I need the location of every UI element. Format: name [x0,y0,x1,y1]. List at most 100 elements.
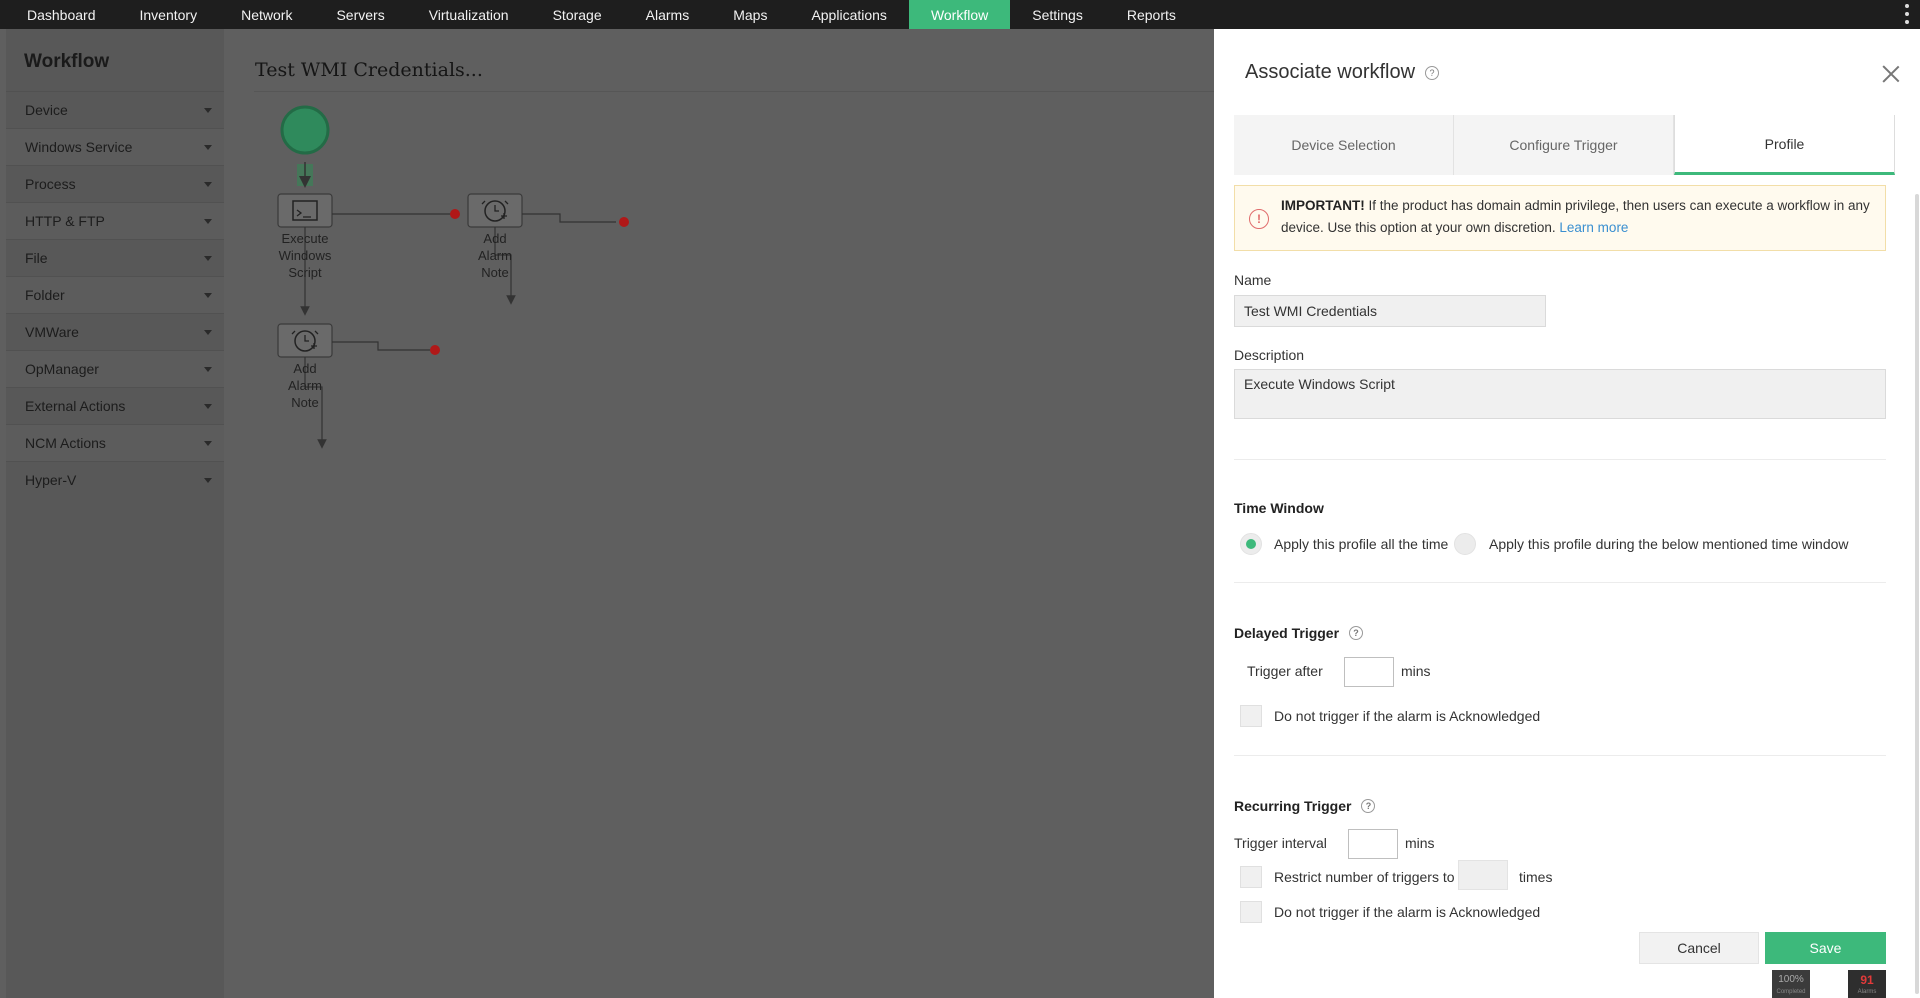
radio-time-window-label: Apply this profile during the below ment… [1489,536,1849,552]
caret-down-icon [204,329,212,335]
close-icon[interactable] [1880,63,1902,85]
tab-profile[interactable]: Profile [1674,115,1895,175]
caret-down-icon [204,255,212,261]
recurring-trigger-heading: Recurring Trigger ? [1234,798,1376,814]
nav-reports[interactable]: Reports [1105,0,1198,29]
tab-configure-trigger[interactable]: Configure Trigger [1454,115,1674,175]
nav-maps[interactable]: Maps [711,0,789,29]
description-textarea[interactable]: Execute Windows Script [1234,369,1886,419]
time-window-heading: Time Window [1234,500,1324,516]
description-label: Description [1234,347,1305,363]
node-label: Execute Windows Script [278,231,332,280]
nav-storage[interactable]: Storage [531,0,624,29]
start-node[interactable] [280,105,330,155]
progress-badge[interactable]: 100% Completed [1772,970,1810,998]
caret-down-icon [204,477,212,483]
top-nav: Dashboard Inventory Network Servers Virt… [0,0,1920,29]
restrict-triggers-input[interactable] [1458,860,1508,890]
recurring-ack-label: Do not trigger if the alarm is Acknowled… [1274,904,1541,920]
failure-dot[interactable] [619,217,629,227]
nav-servers[interactable]: Servers [314,0,406,29]
sidebar-item-external-actions[interactable]: External Actions [6,387,224,424]
warning-icon: ! [1249,209,1269,229]
radio-all-time[interactable] [1240,533,1262,555]
name-label: Name [1234,272,1272,288]
caret-down-icon [204,218,212,224]
panel-scrollbar[interactable] [1915,194,1919,994]
learn-more-link[interactable]: Learn more [1559,220,1628,235]
delayed-ack-checkbox[interactable] [1240,705,1262,727]
nav-virtualization[interactable]: Virtualization [407,0,531,29]
workflow-canvas[interactable]: Test WMI Credentials... Execute Windows … [226,29,1214,998]
times-label: times [1519,869,1553,885]
delayed-trigger-heading: Delayed Trigger ? [1234,625,1364,641]
sidebar-item-vmware[interactable]: VMWare [6,313,224,350]
nav-alarms[interactable]: Alarms [624,0,712,29]
caret-down-icon [204,440,212,446]
nav-dashboard[interactable]: Dashboard [0,0,118,29]
sidebar-item-process[interactable]: Process [6,165,224,202]
sidebar-item-http-ftp[interactable]: HTTP & FTP [6,202,224,239]
sidebar-item-device[interactable]: Device [6,91,224,128]
more-menu-icon[interactable] [1904,4,1910,24]
trigger-interval-input[interactable] [1348,829,1398,859]
name-input[interactable]: Test WMI Credentials [1234,295,1546,327]
nav-applications[interactable]: Applications [789,0,909,29]
caret-down-icon [204,181,212,187]
nav-network[interactable]: Network [219,0,314,29]
mins-label: mins [1401,663,1431,679]
recurring-ack-checkbox[interactable] [1240,901,1262,923]
sidebar-item-label: File [25,250,48,266]
sidebar-item-file[interactable]: File [6,239,224,276]
alarms-badge[interactable]: 91 Alarms [1848,970,1886,998]
trigger-after-input[interactable] [1344,657,1394,687]
sidebar-item-label: NCM Actions [25,435,106,451]
caret-down-icon [204,366,212,372]
trigger-after-label: Trigger after [1247,663,1323,679]
workflow-sidebar: Workflow Device Windows Service Process … [6,29,224,998]
sidebar-item-label: VMWare [25,324,79,340]
mins-label: mins [1405,835,1435,851]
alarms-caption: Alarms [1857,989,1877,995]
failure-dot[interactable] [450,209,460,219]
sidebar-item-hyper-v[interactable]: Hyper-V [6,461,224,498]
sidebar-item-label: Device [25,102,68,118]
sidebar-item-label: HTTP & FTP [25,213,105,229]
sidebar-item-label: Hyper-V [25,472,77,488]
restrict-triggers-checkbox[interactable] [1240,866,1262,888]
caret-down-icon [204,144,212,150]
tab-device-selection[interactable]: Device Selection [1234,115,1454,175]
execute-script-node[interactable] [277,193,333,228]
node-label: Add Alarm Note [288,361,322,410]
save-button[interactable]: Save [1765,932,1886,964]
caret-down-icon [204,107,212,113]
cancel-button[interactable]: Cancel [1639,932,1759,964]
sidebar-item-label: Process [25,176,76,192]
caret-down-icon [204,292,212,298]
section-divider [1234,755,1886,756]
sidebar-item-folder[interactable]: Folder [6,276,224,313]
sidebar-item-windows-service[interactable]: Windows Service [6,128,224,165]
restrict-triggers-label: Restrict number of triggers to [1274,869,1455,885]
progress-caption: Completed [1776,989,1806,995]
radio-all-time-label: Apply this profile all the time [1274,536,1449,552]
panel-tabs: Device Selection Configure Trigger Profi… [1234,115,1895,175]
important-notice: ! IMPORTANT! If the product has domain a… [1234,185,1886,251]
delayed-trigger-heading-text: Delayed Trigger [1234,625,1340,641]
node-label: Add Alarm Note [478,231,512,280]
associate-workflow-panel: Associate workflow ? Device Selection Co… [1214,29,1920,998]
recurring-trigger-heading-text: Recurring Trigger [1234,798,1352,814]
sidebar-item-ncm-actions[interactable]: NCM Actions [6,424,224,461]
help-icon[interactable]: ? [1361,799,1376,813]
sidebar-item-label: External Actions [25,398,126,414]
help-icon[interactable]: ? [1349,626,1364,640]
failure-dot[interactable] [430,345,440,355]
sidebar-item-opmanager[interactable]: OpManager [6,350,224,387]
nav-workflow[interactable]: Workflow [908,0,1011,29]
panel-title-text: Associate workflow [1245,61,1416,83]
nav-settings[interactable]: Settings [1010,0,1105,29]
nav-inventory[interactable]: Inventory [118,0,220,29]
delayed-ack-label: Do not trigger if the alarm is Acknowled… [1274,708,1541,724]
help-icon[interactable]: ? [1425,65,1440,80]
radio-time-window[interactable] [1454,533,1476,555]
